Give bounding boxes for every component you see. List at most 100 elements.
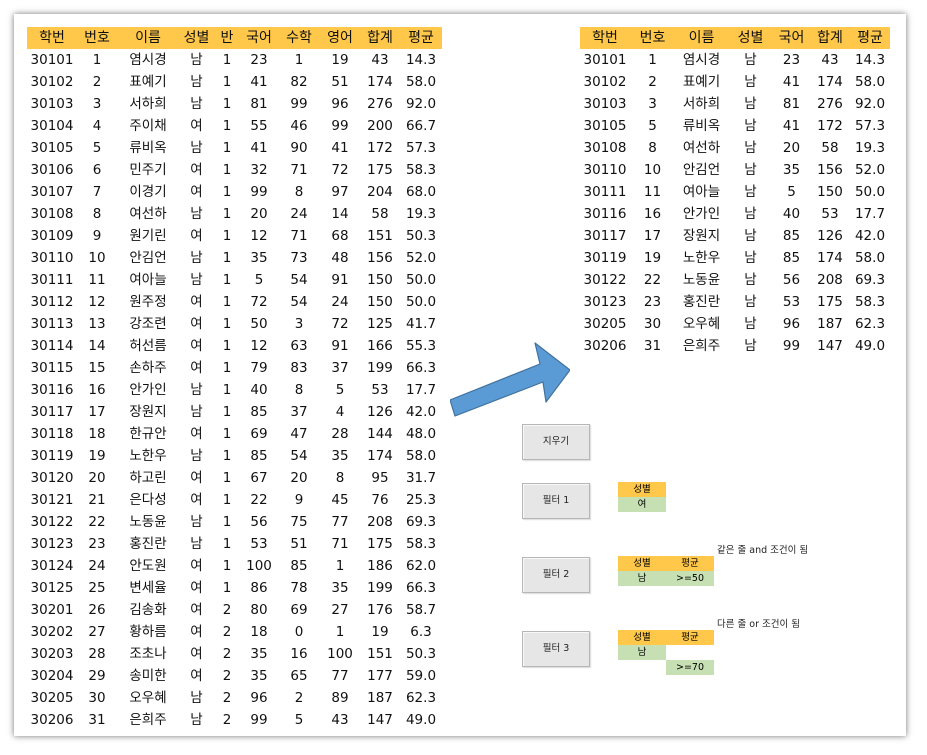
source-cell: 여 — [190, 558, 203, 574]
result-cell: 41 — [782, 74, 801, 90]
result-cell: 17 — [643, 228, 662, 244]
result-cell: 23 — [782, 52, 801, 68]
source-cell: 30123 — [30, 536, 74, 552]
result-cell: 남 — [744, 272, 757, 288]
source-row: 30203 28 조초나 여 2 35 16 100 151 50.3 — [27, 643, 442, 665]
result-cell: 남 — [744, 162, 757, 178]
source-cell: 노동윤 — [129, 514, 167, 530]
source-cell: 1 — [222, 162, 232, 178]
source-cell: 1 — [222, 118, 232, 134]
source-cell: 남 — [190, 206, 203, 222]
source-cell: 1 — [222, 360, 232, 376]
result-cell: 16 — [643, 206, 662, 222]
result-cell: 22 — [643, 272, 662, 288]
criteria2-note: 같은 줄 and 조건이 됨 — [717, 545, 809, 556]
source-cell: 175 — [367, 536, 393, 552]
result-row: 30206 31 은희주 남 99 147 49.0 — [580, 335, 890, 357]
source-cell: 은희주 — [129, 712, 167, 728]
result-cell: 30111 — [583, 184, 627, 200]
source-cell: 서하희 — [129, 96, 167, 112]
source-cell: 18 — [88, 426, 106, 442]
source-cell: 29 — [88, 668, 106, 684]
source-cell: 19 — [331, 52, 349, 68]
result-table-body: 30101 1 염시경 남 23 43 14.3 30102 2 표예기 남 41 174 58.0 301… — [580, 49, 890, 357]
source-row: 30103 3 서하희 남 1 81 99 96 276 92.0 — [27, 93, 442, 115]
source-cell: 31.7 — [405, 470, 437, 486]
criteria1-header: 성별 — [618, 482, 666, 497]
result-cell: 40 — [782, 206, 801, 222]
source-cell: 30203 — [30, 646, 74, 662]
source-cell: 41 — [331, 140, 349, 156]
source-cell: 76 — [371, 492, 389, 508]
source-cell: 125 — [367, 316, 393, 332]
source-row: 30202 27 황하름 여 2 18 0 1 19 6.3 — [27, 621, 442, 643]
result-cell: 14.3 — [854, 52, 886, 68]
source-row: 30102 2 표예기 남 1 41 82 51 174 58.0 — [27, 71, 442, 93]
criteria3-header-gender: 성별 — [618, 630, 666, 645]
source-cell: 남 — [190, 272, 203, 288]
source-row: 30114 14 허선름 여 1 12 63 91 166 55.3 — [27, 335, 442, 357]
result-cell: 남 — [744, 206, 757, 222]
source-cell: 안김언 — [129, 250, 167, 266]
source-cell: 1 — [222, 492, 232, 508]
source-cell: 류비옥 — [129, 140, 167, 156]
source-cell: 187 — [367, 690, 393, 706]
source-cell: 1 — [222, 52, 232, 68]
source-cell: 73 — [290, 250, 308, 266]
result-cell: 30116 — [583, 206, 627, 222]
source-cell: 23 — [88, 536, 106, 552]
result-cell: 30205 — [583, 316, 627, 332]
result-cell: 30119 — [583, 250, 627, 266]
source-cell: 5 — [335, 382, 345, 398]
source-header-cell: 이름 — [117, 27, 179, 49]
source-row: 30201 26 김송화 여 2 80 69 27 176 58.7 — [27, 599, 442, 621]
source-cell: 30107 — [30, 184, 74, 200]
result-cell: 남 — [744, 294, 757, 310]
source-cell: 15 — [88, 360, 106, 376]
source-cell: 14 — [331, 206, 349, 222]
source-cell: 1 — [222, 338, 232, 354]
source-cell: 17.7 — [405, 382, 437, 398]
source-cell: 200 — [367, 118, 393, 134]
source-cell: 66.3 — [405, 360, 437, 376]
source-cell: 58.3 — [405, 162, 437, 178]
source-cell: 174 — [367, 448, 393, 464]
source-cell: 노한우 — [129, 448, 167, 464]
source-cell: 53 — [250, 536, 268, 552]
source-cell: 82 — [290, 74, 308, 90]
result-cell: 30206 — [583, 338, 627, 354]
source-cell: 63 — [290, 338, 308, 354]
result-cell: 172 — [817, 118, 843, 134]
clear-button[interactable]: 지우기 — [522, 424, 590, 460]
source-cell: 여 — [190, 316, 203, 332]
filter-1-button[interactable]: 필터 1 — [522, 483, 590, 519]
source-cell: 24 — [331, 294, 349, 310]
source-cell: 19.3 — [405, 206, 437, 222]
source-cell: 12 — [250, 228, 268, 244]
source-cell: 1 — [222, 558, 232, 574]
source-row: 30120 20 하고린 여 1 67 20 8 95 31.7 — [27, 467, 442, 489]
result-cell: 노동윤 — [682, 272, 721, 288]
result-cell: 147 — [817, 338, 843, 354]
source-cell: 30102 — [30, 74, 74, 90]
result-header-cell: 번호 — [630, 27, 675, 49]
result-cell: 남 — [744, 52, 757, 68]
source-cell: 원기린 — [129, 228, 167, 244]
result-header-cell: 평균 — [850, 27, 890, 49]
source-header-cell: 영어 — [320, 27, 360, 49]
result-cell: 31 — [643, 338, 662, 354]
result-cell: 11 — [643, 184, 662, 200]
source-row: 30106 6 민주기 여 1 32 71 72 175 58.3 — [27, 159, 442, 181]
filter-3-button[interactable]: 필터 3 — [522, 631, 590, 667]
result-cell: 남 — [744, 338, 757, 354]
source-row: 30112 12 원주정 여 1 72 54 24 150 50.0 — [27, 291, 442, 313]
result-row: 30117 17 장원지 남 85 126 42.0 — [580, 225, 890, 247]
result-cell: 53 — [821, 206, 839, 222]
result-cell: 30101 — [583, 52, 627, 68]
source-cell: 19 — [88, 448, 106, 464]
filter-2-button[interactable]: 필터 2 — [522, 557, 590, 593]
source-row: 30124 24 안도원 여 1 100 85 1 186 62.0 — [27, 555, 442, 577]
result-cell: 8 — [648, 140, 657, 156]
source-cell: 69.3 — [405, 514, 437, 530]
source-cell: 175 — [367, 162, 393, 178]
